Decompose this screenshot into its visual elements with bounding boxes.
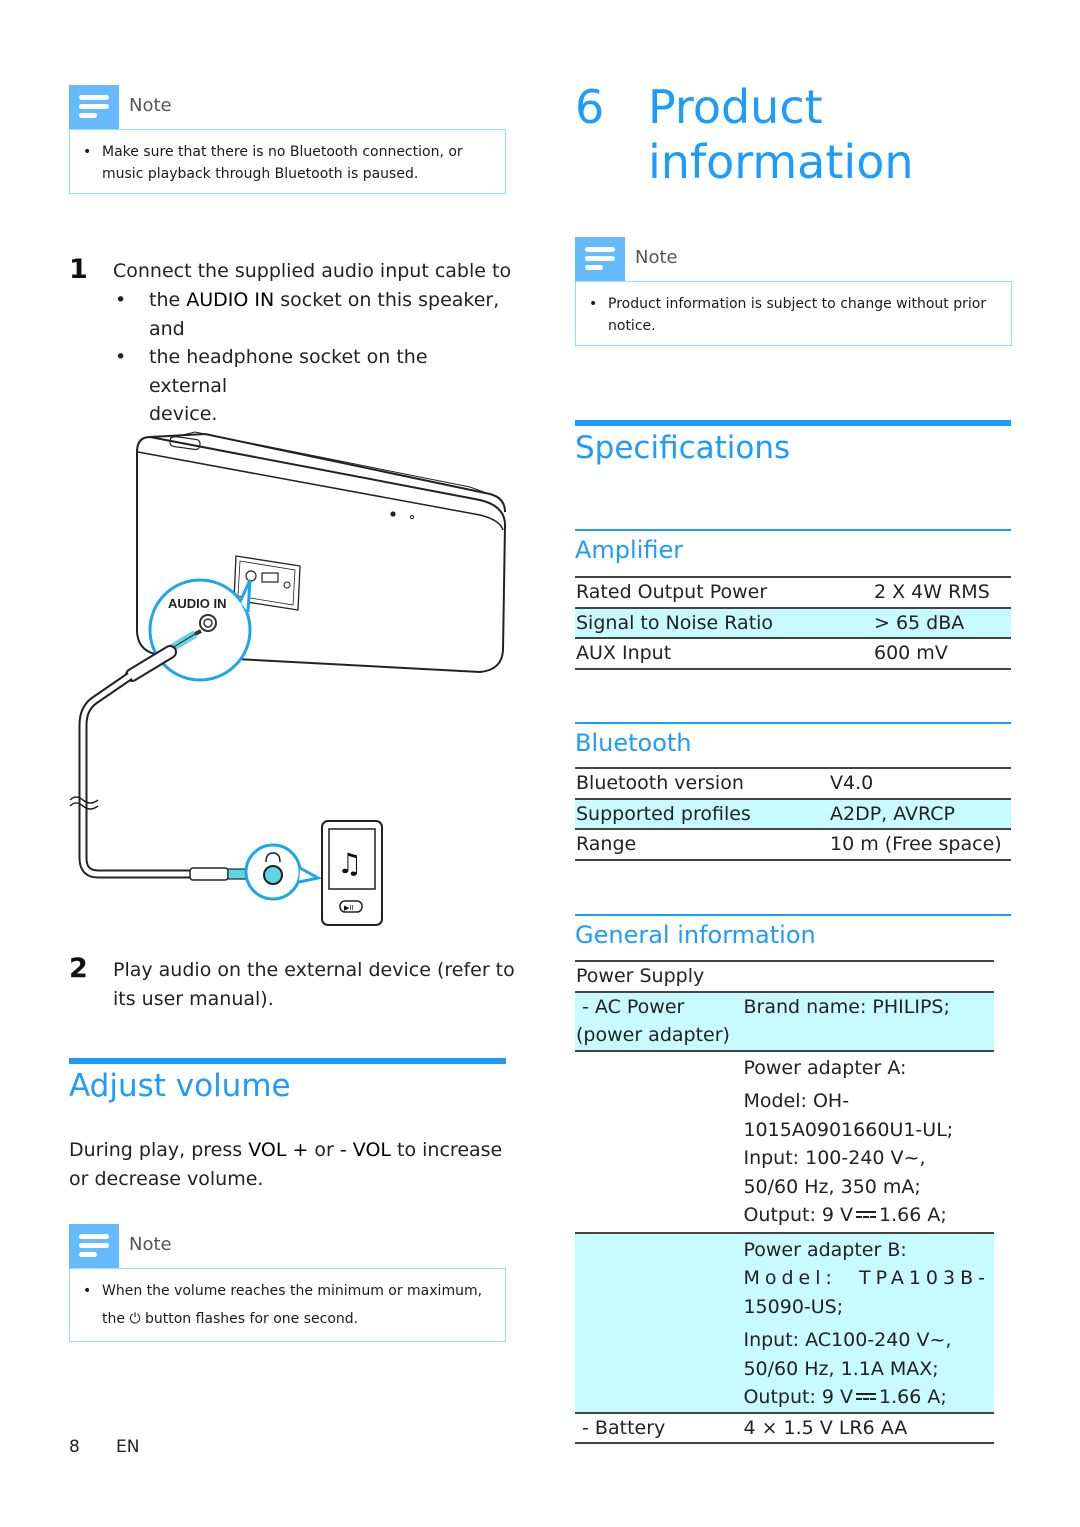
adapter-a-details: Power adapter A: Model: OH- 1015A0901660…	[743, 1056, 954, 1227]
table-row: Power adapter A: Model: OH- 1015A0901660…	[575, 1051, 994, 1233]
note-title: Note	[129, 1234, 172, 1255]
vol-minus-label: - VOL	[339, 1139, 391, 1161]
spec-value: 2 X 4W RMS	[874, 581, 990, 603]
spec-label: Power Supply	[576, 965, 705, 987]
note-title: Note	[635, 247, 678, 268]
page-number: 8	[69, 1437, 80, 1457]
subsection-rule	[575, 914, 1011, 916]
heading-amplifier: Amplifier	[575, 536, 684, 564]
spec-value: 4 × 1.5 V LR6 AA	[743, 1416, 908, 1439]
spec-label: Signal to Noise Ratio	[575, 607, 873, 638]
table-row: Rated Output Power 2 X 4W RMS	[575, 577, 1011, 608]
table-row: - Battery 4 × 1.5 V LR6 AA	[575, 1413, 994, 1443]
spec-label: Bluetooth version	[576, 772, 744, 794]
table-row: Range 10 m (Free space)	[575, 829, 1011, 860]
general-information-table: Power Supply - AC Power (power adapter) B…	[575, 960, 994, 1444]
table-row: Bluetooth version V4.0	[575, 768, 1011, 799]
note-body: • Product information is subject to chan…	[575, 281, 1012, 346]
heading-bluetooth: Bluetooth	[575, 729, 692, 757]
audio-in-callout: AUDIO IN	[148, 578, 252, 682]
note-icon	[575, 237, 625, 281]
note-body: • When the volume reaches the minimum or…	[69, 1268, 506, 1342]
music-note-icon: ♫	[337, 847, 362, 880]
spec-value: > 65 dBA	[873, 607, 1011, 638]
spec-label: - Battery	[576, 1416, 666, 1439]
dc-symbol-icon	[856, 1391, 877, 1401]
table-row: Supported profiles A2DP, AVRCP	[575, 798, 1011, 829]
language-code: EN	[116, 1437, 140, 1457]
spec-label: - AC Power (power adapter)	[575, 991, 743, 1051]
spec-value: V4.0	[830, 772, 874, 794]
note-box-product-info: Note • Product information is subject to…	[575, 237, 1012, 346]
amplifier-table: Rated Output Power 2 X 4W RMS Signal to …	[575, 576, 1011, 670]
callout-label: AUDIO IN	[168, 596, 227, 611]
note-icon	[69, 1224, 119, 1268]
headphone-jack-icon	[263, 865, 283, 885]
table-row: Signal to Noise Ratio > 65 dBA	[575, 607, 1011, 638]
adapter-b-details: Power adapter B: Model: TPA103B- 15090-U…	[742, 1232, 994, 1413]
subsection-rule	[575, 722, 1011, 724]
play-pause-icon: ▶II	[344, 904, 354, 912]
section-rule	[575, 420, 1011, 426]
chapter-title: Product information	[648, 80, 914, 189]
spec-label: Range	[576, 833, 637, 855]
vol-plus-label: VOL +	[248, 1139, 309, 1161]
adjust-volume-text: During play, press VOL + or - VOL to inc…	[69, 1139, 503, 1190]
step-2-text: Play audio on the external device (refer…	[113, 959, 515, 1010]
heading-adjust-volume: Adjust volume	[69, 1068, 291, 1104]
spec-value: 600 mV	[874, 642, 948, 664]
note-box-volume: Note • When the volume reaches the minim…	[69, 1224, 506, 1342]
chapter-number: 6	[575, 80, 605, 134]
table-row: Power Supply	[575, 961, 994, 992]
spec-value: 10 m (Free space)	[830, 833, 1002, 855]
subsection-rule	[575, 529, 1011, 531]
dc-symbol-icon	[856, 1209, 877, 1219]
spec-label: AUX Input	[576, 642, 672, 664]
spec-label: Rated Output Power	[576, 581, 768, 603]
table-row: - AC Power (power adapter) Brand name: PH…	[575, 991, 994, 1051]
table-row: AUX Input 600 mV	[575, 638, 1011, 669]
section-rule	[69, 1058, 506, 1064]
bluetooth-table: Bluetooth version V4.0 Supported profile…	[575, 767, 1011, 861]
table-row: Power adapter B: Model: TPA103B- 15090-U…	[575, 1232, 994, 1413]
music-player-illustration: ♫ ▶II	[321, 820, 383, 926]
bullet: •	[83, 1283, 92, 1299]
step-number-2: 2	[69, 953, 88, 984]
headphone-callout	[244, 843, 323, 901]
audio-cable	[69, 645, 256, 881]
power-icon: ⏻	[129, 1311, 141, 1327]
spec-label: Supported profiles	[575, 798, 829, 829]
bullet: •	[589, 296, 598, 312]
spec-value: Brand name: PHILIPS;	[742, 991, 994, 1051]
spec-value: A2DP, AVRCP	[829, 798, 1011, 829]
heading-specifications: Specifications	[575, 430, 791, 466]
heading-general-information: General information	[575, 921, 816, 949]
